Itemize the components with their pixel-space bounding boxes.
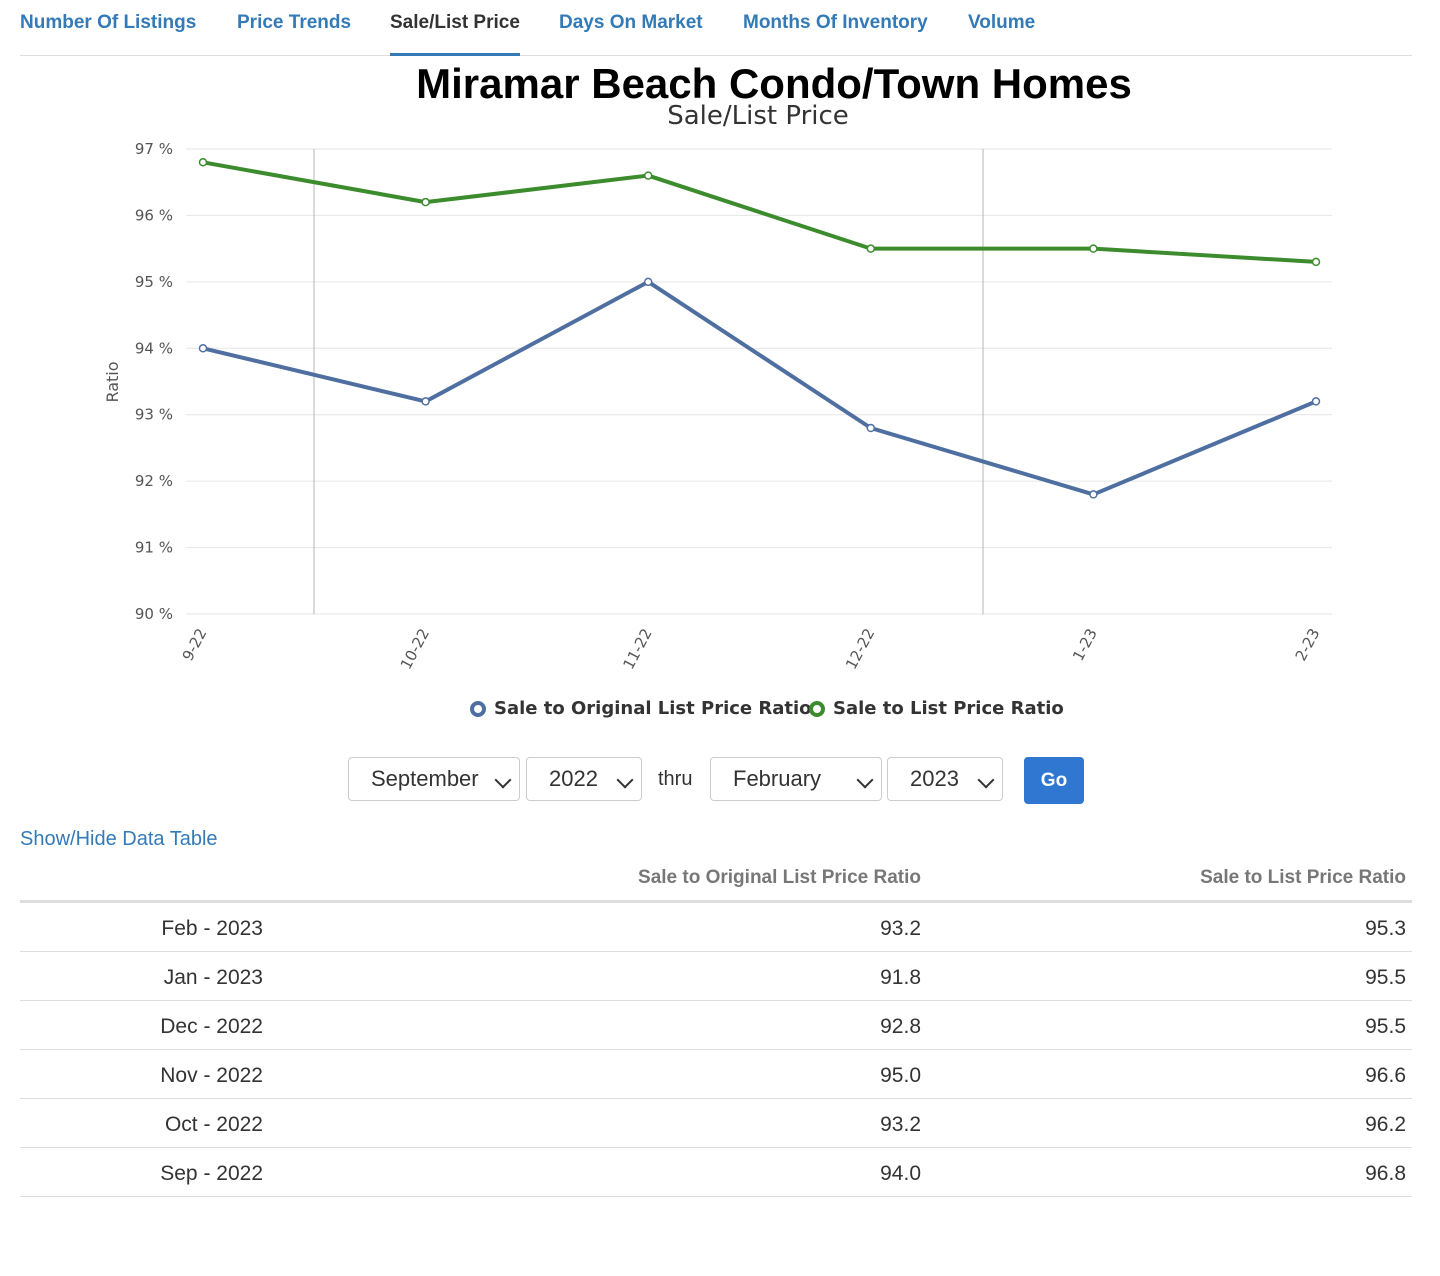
- data-table: Sale to Original List Price Ratio Sale t…: [20, 855, 1412, 1197]
- x-tick-label: 9-22: [179, 625, 211, 664]
- data-point-1: [1311, 397, 1321, 406]
- row-original-ratio: 92.8: [880, 1015, 921, 1038]
- end-year-select[interactable]: 2023: [887, 757, 1003, 801]
- row-date: Oct - 2022: [164, 1113, 263, 1136]
- table-row: Sep - 2022 94.0 96.8: [20, 1148, 1412, 1197]
- y-tick-label: 95 %: [135, 273, 173, 291]
- end-month-select[interactable]: February: [710, 757, 882, 801]
- data-point-2: [866, 244, 876, 253]
- start-month-value: September: [371, 766, 479, 791]
- column-header-list: Sale to List Price Ratio: [1200, 867, 1406, 888]
- row-date: Nov - 2022: [160, 1064, 263, 1087]
- column-header-original: Sale to Original List Price Ratio: [638, 867, 921, 888]
- series-line-1: [201, 279, 1318, 497]
- end-year-value: 2023: [910, 766, 959, 791]
- row-list-ratio: 95.3: [1365, 917, 1406, 940]
- y-tick-label: 97 %: [135, 140, 173, 158]
- row-list-ratio: 96.2: [1365, 1113, 1406, 1136]
- y-tick-label: 91 %: [135, 539, 173, 557]
- data-point-1: [421, 397, 430, 406]
- circle-icon: [470, 700, 486, 717]
- table-header: Sale to Original List Price Ratio Sale t…: [20, 855, 1412, 903]
- y-axis-label: Ratio: [103, 361, 122, 402]
- row-date: Jan - 2023: [163, 966, 263, 989]
- row-original-ratio: 94.0: [880, 1162, 921, 1185]
- data-point-2: [198, 158, 208, 167]
- data-point-1: [198, 344, 208, 353]
- data-point-2: [1311, 257, 1321, 267]
- chart-legend: Sale to Original List Price Ratio Sale t…: [0, 698, 1440, 728]
- table-row: Nov - 2022 95.0 96.6: [20, 1050, 1412, 1099]
- data-point-2: [643, 171, 653, 180]
- row-list-ratio: 95.5: [1365, 966, 1406, 989]
- row-original-ratio: 93.2: [880, 1113, 921, 1136]
- start-month-select[interactable]: September: [348, 757, 520, 801]
- x-tick-label: 2-23: [1292, 625, 1324, 664]
- legend-label: Sale to List Price Ratio: [833, 698, 1064, 719]
- legend-label: Sale to Original List Price Ratio: [494, 698, 812, 719]
- table-row: Oct - 2022 93.2 96.2: [20, 1099, 1412, 1148]
- y-tick-label: 92 %: [135, 472, 173, 490]
- chevron-down-icon: [856, 771, 874, 789]
- circle-icon: [809, 700, 825, 717]
- series-line-2: [201, 160, 1318, 264]
- go-button[interactable]: Go: [1024, 757, 1084, 804]
- x-tick-label: 10-22: [397, 625, 433, 672]
- y-tick-label: 93 %: [135, 406, 173, 424]
- start-year-value: 2022: [549, 766, 598, 791]
- chevron-down-icon: [977, 771, 995, 789]
- legend-item-list[interactable]: Sale to List Price Ratio: [809, 698, 1064, 719]
- line-chart: 90 % 91 % 92 % 93 % 94 % 95 % 96 % 97 % Ratio 9-2…: [103, 140, 1332, 672]
- end-month-value: February: [733, 766, 822, 791]
- x-tick-label: 12-22: [842, 625, 878, 672]
- row-original-ratio: 95.0: [880, 1064, 921, 1087]
- table-row: Feb - 2023 93.2 95.3: [20, 903, 1412, 952]
- row-list-ratio: 96.8: [1365, 1162, 1406, 1185]
- row-original-ratio: 91.8: [880, 966, 921, 989]
- row-date: Feb - 2023: [161, 917, 263, 940]
- data-point-2: [1089, 244, 1098, 253]
- table-row: Jan - 2023 91.8 95.5: [20, 952, 1412, 1001]
- x-tick-label: 11-22: [619, 625, 655, 672]
- show-hide-table-link[interactable]: Show/Hide Data Table: [20, 828, 218, 851]
- row-date: Sep - 2022: [160, 1162, 263, 1185]
- data-point-1: [866, 423, 876, 433]
- chevron-down-icon: [616, 771, 634, 789]
- y-tick-label: 90 %: [135, 605, 173, 623]
- row-original-ratio: 93.2: [880, 917, 921, 940]
- row-date: Dec - 2022: [160, 1015, 263, 1038]
- legend-item-original[interactable]: Sale to Original List Price Ratio: [470, 698, 812, 719]
- thru-label: thru: [658, 768, 693, 790]
- data-point-2: [421, 197, 430, 207]
- start-year-select[interactable]: 2022: [526, 757, 642, 801]
- data-point-1: [1089, 490, 1098, 499]
- row-list-ratio: 95.5: [1365, 1015, 1406, 1038]
- data-point-1: [643, 277, 653, 287]
- table-row: Dec - 2022 92.8 95.5: [20, 1001, 1412, 1050]
- chevron-down-icon: [494, 771, 512, 789]
- row-list-ratio: 96.6: [1365, 1064, 1406, 1087]
- x-tick-label: 1-23: [1069, 625, 1101, 664]
- y-tick-label: 96 %: [135, 206, 173, 224]
- y-tick-label: 94 %: [135, 339, 173, 357]
